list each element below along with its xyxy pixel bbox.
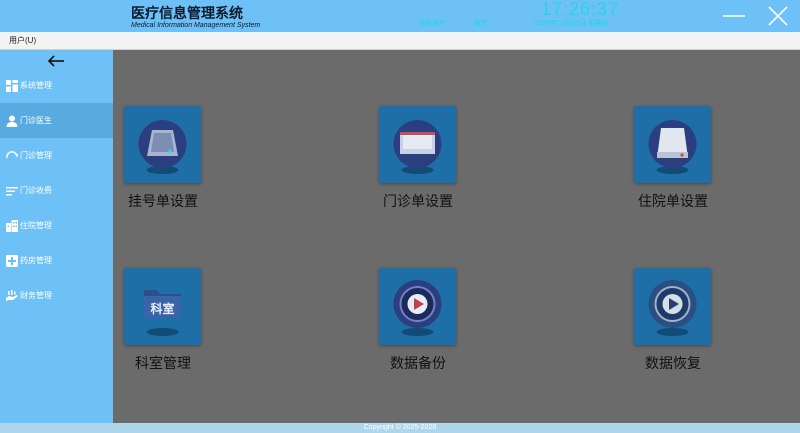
sidebar-item-label: 住院管理 (20, 221, 52, 230)
tile-icon-box: 科室 (124, 268, 201, 345)
tile-label: 门诊单设置 (383, 194, 453, 210)
medical-plus-icon (6, 255, 18, 267)
tile-icon-box (634, 268, 711, 345)
close-icon (768, 6, 788, 26)
copyright-text: Copyright © 2025-2028 (363, 424, 437, 431)
refresh-icon (6, 151, 18, 159)
dashboard-icon (6, 80, 18, 92)
sidebar-item-inpatient[interactable]: 住院管理 (0, 208, 113, 243)
hand-money-icon (6, 290, 18, 301)
app-title: 医疗信息管理系统 (131, 6, 243, 22)
clock-date: 2025年12月05日 星期五 (534, 20, 610, 27)
minimize-icon (723, 15, 745, 17)
sidebar-item-label: 财务管理 (20, 291, 52, 300)
list-icon (6, 187, 18, 196)
clock-time: 17:26:37 (541, 0, 620, 19)
tile-icon-box (124, 106, 201, 183)
building-icon (6, 220, 18, 232)
sidebar: 系统管理 门诊医生 门诊管理 门诊收费 住院管理 药房管理 财务管理 (0, 50, 113, 423)
sidebar-item-outpatient-billing[interactable]: 门诊收费 (0, 173, 113, 208)
close-button[interactable] (767, 5, 789, 27)
title-bar: 医疗信息管理系统 Medical Information Management … (0, 0, 800, 32)
sidebar-item-label: 系统管理 (20, 81, 52, 90)
tile-inpatient-form-settings[interactable]: 住院单设置 (623, 106, 733, 226)
menu-bar: 用户(U) (0, 32, 800, 50)
footer: Copyright © 2025-2028 (0, 423, 800, 433)
tile-label: 数据备份 (390, 356, 446, 372)
tile-icon-box (379, 106, 456, 183)
drive-icon (138, 120, 187, 174)
play-disc-icon (393, 280, 442, 336)
sidebar-item-outpatient-management[interactable]: 门诊管理 (0, 138, 113, 173)
minimize-button[interactable] (723, 5, 745, 27)
tile-label: 挂号单设置 (128, 194, 198, 210)
current-user-label: 当前用户： (418, 20, 453, 27)
tile-badge: 科室 (150, 301, 174, 316)
menu-user[interactable]: 用户(U) (9, 35, 36, 46)
sidebar-item-finance[interactable]: 财务管理 (0, 278, 113, 313)
current-role: 医生 (474, 20, 488, 27)
tile-registration-form-settings[interactable]: 挂号单设置 (113, 106, 223, 226)
sidebar-item-system[interactable]: 系统管理 (0, 68, 113, 103)
sidebar-item-label: 门诊收费 (20, 186, 52, 195)
tile-data-restore[interactable]: 数据恢复 (623, 268, 733, 388)
tile-department-management[interactable]: 科室 科室管理 (113, 268, 223, 388)
sidebar-item-label: 药房管理 (20, 256, 52, 265)
sidebar-item-outpatient-doctor[interactable]: 门诊医生 (0, 103, 113, 138)
tile-outpatient-form-settings[interactable]: 门诊单设置 (368, 106, 478, 226)
printer-icon (393, 120, 442, 174)
sidebar-item-pharmacy[interactable]: 药房管理 (0, 243, 113, 278)
person-icon (6, 115, 18, 127)
app-subtitle: Medical Information Management System (131, 22, 261, 29)
tile-icon-box (379, 268, 456, 345)
tile-icon-box (634, 106, 711, 183)
back-button[interactable] (47, 53, 65, 67)
play-disc-icon (648, 280, 697, 336)
arrow-left-icon (47, 55, 64, 67)
main-content: 挂号单设置 门诊单设置 住院单设置 科室 科室管理 数据备份 数据恢复 (113, 50, 800, 423)
tile-data-backup[interactable]: 数据备份 (368, 268, 478, 388)
hard-disk-icon (648, 120, 697, 174)
tile-label: 数据恢复 (645, 356, 701, 372)
sidebar-item-label: 门诊医生 (20, 116, 52, 125)
tile-label: 住院单设置 (638, 194, 708, 210)
tile-label: 科室管理 (135, 356, 191, 372)
folder-icon: 科室 (144, 290, 181, 336)
sidebar-item-label: 门诊管理 (20, 151, 52, 160)
